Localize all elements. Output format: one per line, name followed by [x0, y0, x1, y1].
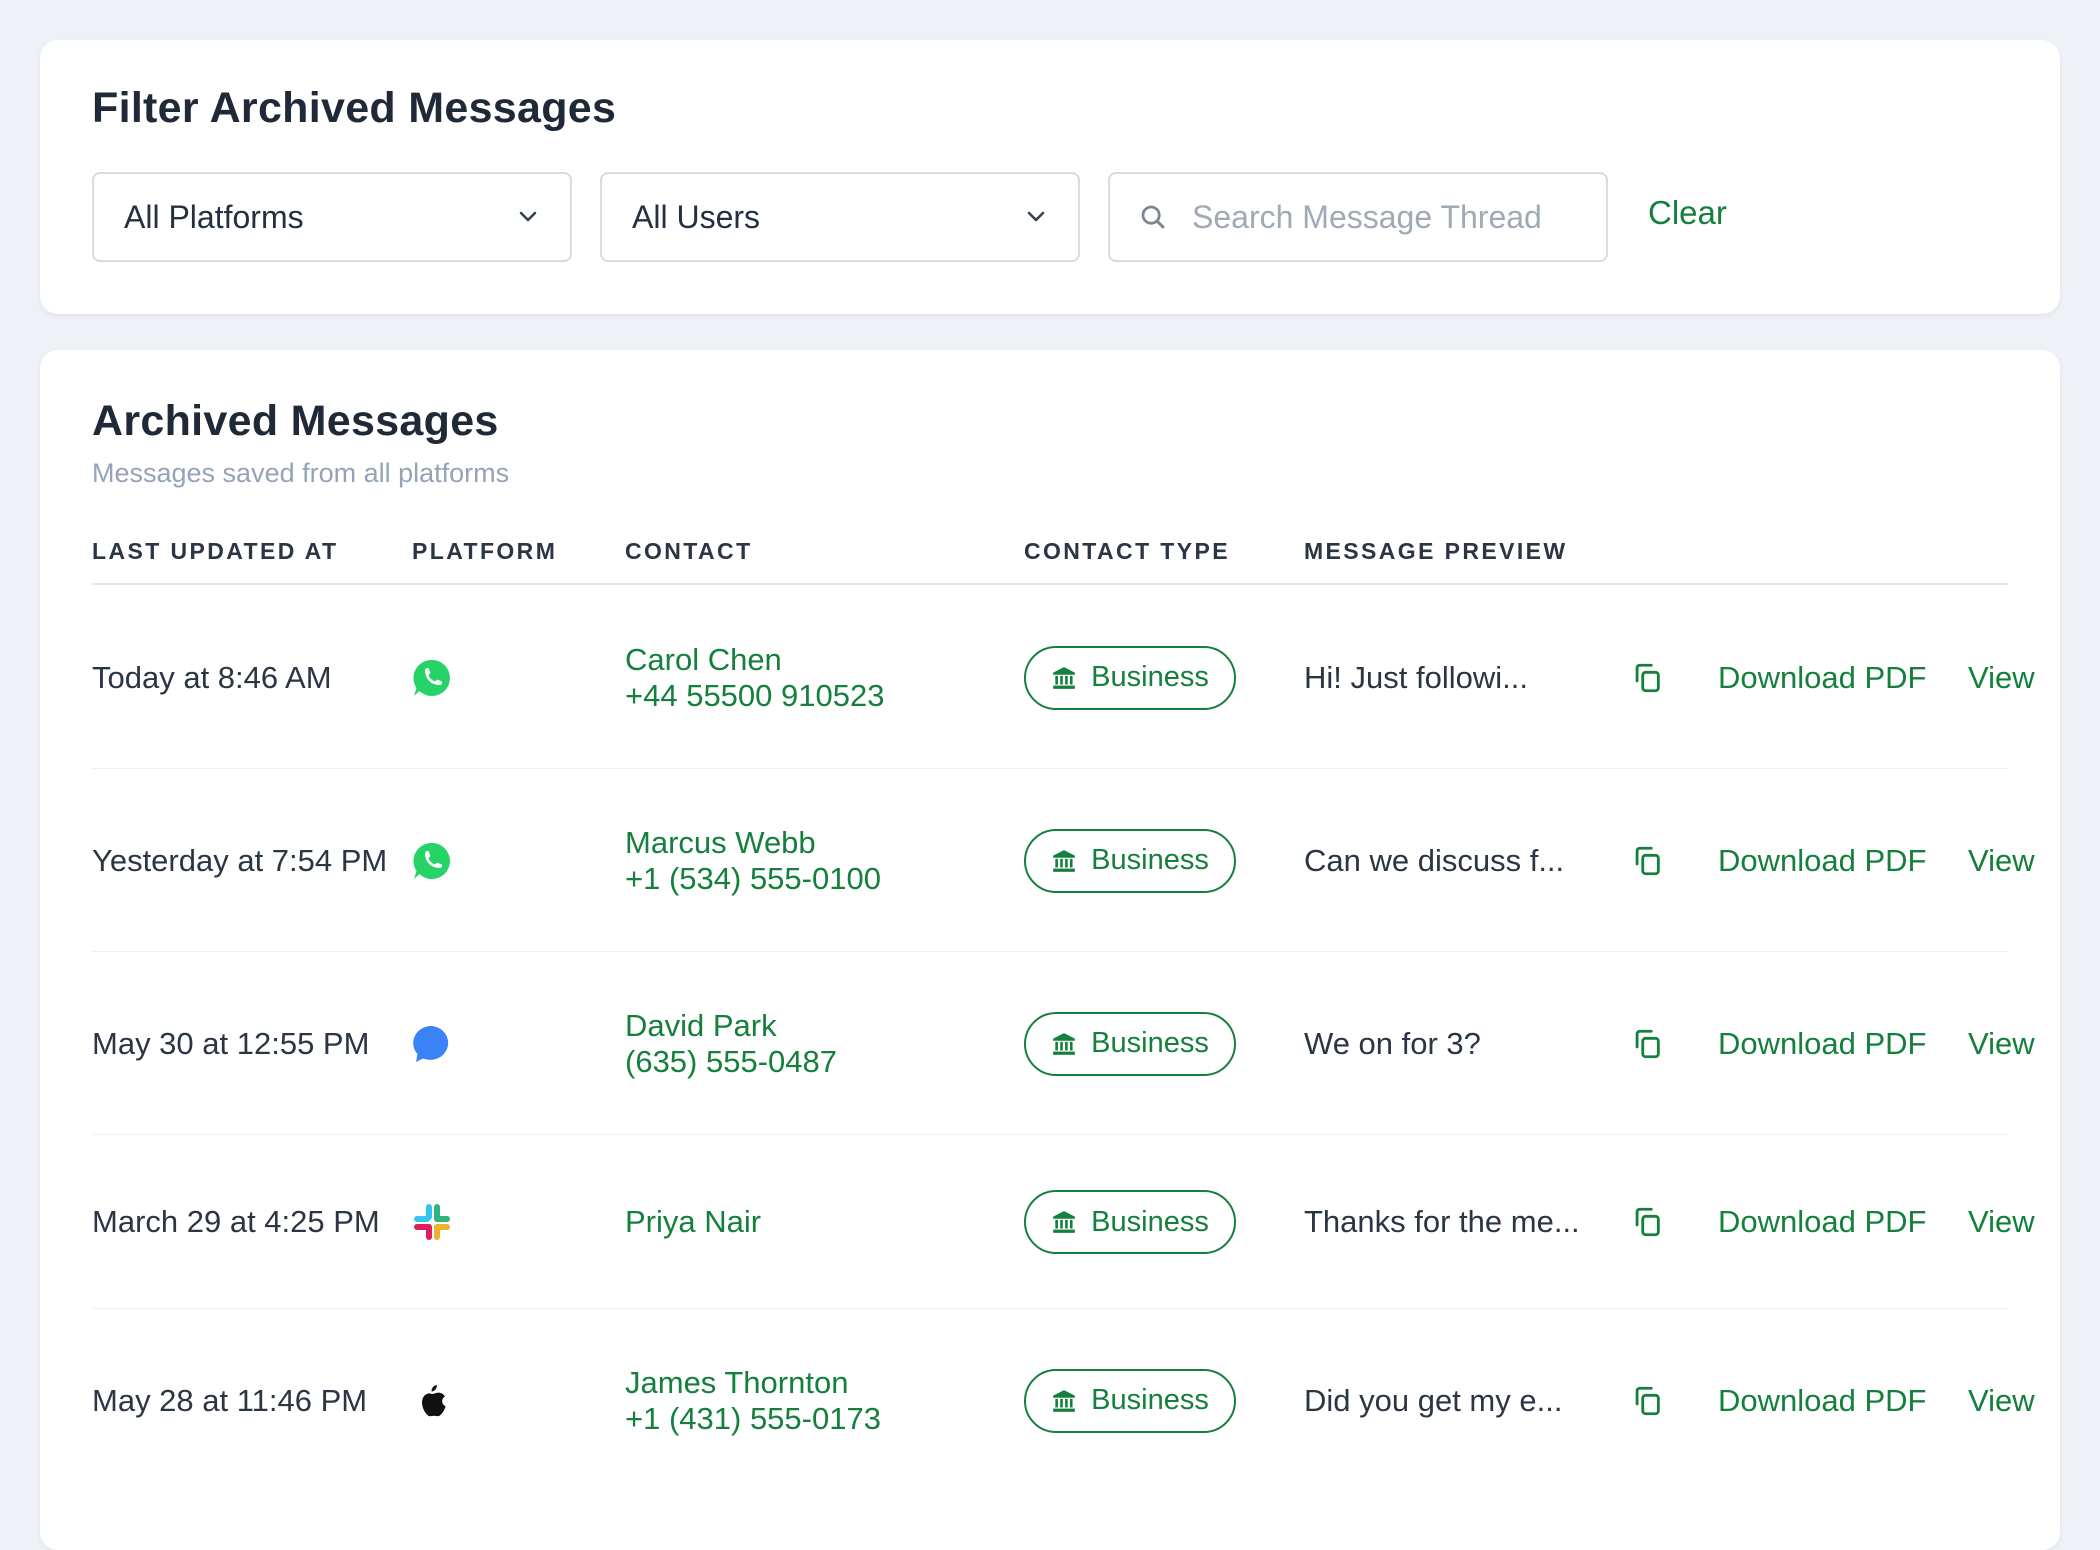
column-header-message-preview[interactable]: MESSAGE PREVIEW	[1304, 538, 1567, 565]
clear-button[interactable]: Clear	[1648, 194, 1727, 232]
contact-type-label: Business	[1091, 1384, 1209, 1416]
row-timestamp: Yesterday at 7:54 PM	[92, 842, 388, 878]
contact-type-badge: Business	[1024, 1368, 1236, 1433]
message-preview: Hi! Just followi...	[1304, 659, 1528, 695]
platform-select[interactable]: All Platforms	[92, 172, 572, 262]
column-header-last-updated[interactable]: LAST UPDATED AT	[92, 538, 338, 565]
contact-phone: +1 (431) 555-0173	[625, 1400, 881, 1436]
header-divider	[92, 583, 2008, 585]
contact-name: Priya Nair	[625, 1204, 762, 1239]
archive-subtitle: Messages saved from all platforms	[92, 458, 510, 488]
column-header-contact[interactable]: CONTACT	[625, 538, 753, 565]
message-preview: Thanks for the me...	[1304, 1204, 1580, 1239]
download-pdf-button[interactable]: Download PDF	[1718, 1026, 1926, 1062]
contact-name: James Thornton	[625, 1364, 849, 1400]
bank-icon	[1053, 849, 1075, 872]
contact-type-label: Business	[1091, 844, 1209, 876]
filter-title: Filter Archived Messages	[92, 84, 617, 132]
search-input[interactable]	[1192, 198, 1572, 236]
contact-link[interactable]: Marcus Webb +1 (534) 555-0100	[625, 825, 881, 897]
contact-type-label: Business	[1091, 661, 1209, 693]
message-preview: We on for 3?	[1304, 1025, 1481, 1061]
slack-icon	[410, 1200, 454, 1244]
contact-type-badge: Business	[1024, 645, 1236, 710]
table-row: Yesterday at 7:54 PM Marcus Webb +1 (534…	[92, 769, 2035, 952]
contact-phone: (635) 555-0487	[625, 1043, 837, 1079]
contact-link[interactable]: Priya Nair	[625, 1204, 761, 1240]
user-select-value: All Users	[632, 198, 761, 235]
copy-icon[interactable]	[1630, 1205, 1664, 1239]
view-button[interactable]: View	[1968, 1383, 2035, 1419]
contact-name: Marcus Webb	[625, 824, 816, 860]
row-timestamp: May 30 at 12:55 PM	[92, 1025, 370, 1061]
view-button[interactable]: View	[1968, 1026, 2035, 1062]
bank-icon	[1053, 1389, 1075, 1412]
row-timestamp: March 29 at 4:25 PM	[92, 1204, 380, 1239]
copy-icon[interactable]	[1630, 1384, 1664, 1418]
bank-icon	[1053, 666, 1075, 689]
whatsapp-icon	[410, 839, 454, 883]
table-row: Today at 8:46 AM Carol Chen +44 55500 91…	[92, 586, 2035, 769]
contact-phone: +44 55500 910523	[625, 677, 885, 713]
chevron-down-icon	[519, 211, 537, 222]
apple-icon	[410, 1379, 454, 1423]
platform-select-value: All Platforms	[124, 198, 304, 235]
contact-type-badge: Business	[1024, 1190, 1236, 1254]
filter-card: Filter Archived Messages All Platforms A…	[40, 40, 2060, 314]
table-row: May 30 at 12:55 PM David Park (635) 555-…	[92, 952, 2035, 1135]
copy-icon[interactable]	[1630, 1027, 1664, 1061]
archive-title: Archived Messages	[92, 397, 499, 445]
contact-type-badge: Business	[1024, 1011, 1236, 1076]
search-icon	[1141, 205, 1165, 229]
copy-icon[interactable]	[1630, 844, 1664, 878]
table-row: March 29 at 4:25 PM Priya Nair Business …	[92, 1135, 2035, 1309]
copy-icon[interactable]	[1630, 661, 1664, 695]
search-box[interactable]	[1108, 172, 1608, 262]
contact-name: David Park	[625, 1007, 777, 1043]
download-pdf-button[interactable]: Download PDF	[1718, 1204, 1926, 1240]
contact-link[interactable]: James Thornton +1 (431) 555-0173	[625, 1365, 881, 1437]
download-pdf-button[interactable]: Download PDF	[1718, 843, 1926, 879]
contact-type-label: Business	[1091, 1205, 1209, 1238]
message-preview: Can we discuss f...	[1304, 842, 1565, 878]
contact-link[interactable]: Carol Chen +44 55500 910523	[625, 642, 884, 714]
column-header-platform[interactable]: PLATFORM	[412, 538, 557, 565]
archive-card: Archived Messages Messages saved from al…	[40, 350, 2060, 1550]
row-timestamp: May 28 at 11:46 PM	[92, 1382, 368, 1418]
row-timestamp: Today at 8:46 AM	[92, 659, 332, 695]
contact-type-badge: Business	[1024, 828, 1236, 893]
bank-icon	[1053, 1032, 1075, 1055]
whatsapp-icon	[410, 656, 454, 700]
contact-link[interactable]: David Park (635) 555-0487	[625, 1008, 837, 1080]
download-pdf-button[interactable]: Download PDF	[1718, 660, 1926, 696]
view-button[interactable]: View	[1968, 843, 2035, 879]
contact-name: Carol Chen	[625, 641, 782, 677]
chevron-down-icon	[1027, 211, 1045, 222]
view-button[interactable]: View	[1968, 660, 2035, 696]
bank-icon	[1053, 1211, 1075, 1233]
view-button[interactable]: View	[1968, 1204, 2035, 1240]
messenger-icon	[410, 1022, 454, 1066]
download-pdf-button[interactable]: Download PDF	[1718, 1383, 1926, 1419]
contact-phone: +1 (534) 555-0100	[625, 860, 881, 896]
contact-type-label: Business	[1091, 1027, 1209, 1059]
message-preview: Did you get my e...	[1304, 1382, 1563, 1418]
user-select[interactable]: All Users	[600, 172, 1080, 262]
table-row: May 28 at 11:46 PM James Thornton +1 (43…	[92, 1309, 2035, 1492]
column-header-contact-type[interactable]: CONTACT TYPE	[1024, 538, 1230, 565]
